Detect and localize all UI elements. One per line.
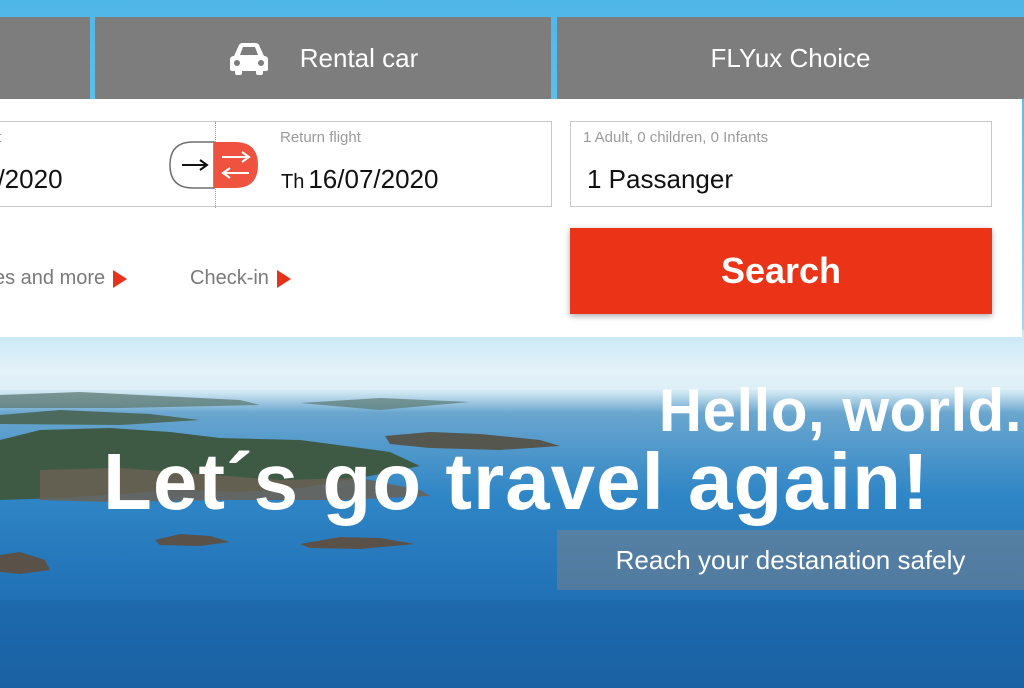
departure-label: ht bbox=[0, 129, 2, 146]
hero-headline: Let´s go travel again! bbox=[103, 437, 930, 526]
booking-panel: ht 7/2020 Return flight Th16/07/2020 1 A… bbox=[0, 99, 1022, 337]
hero-tagline-box: Reach your destanation safely bbox=[557, 530, 1024, 590]
booking-tabs: Rental car FLYux Choice bbox=[0, 17, 1024, 99]
checkin-link-label: Check-in bbox=[190, 267, 269, 289]
tab-flights[interactable] bbox=[0, 17, 90, 99]
return-weekday: Th bbox=[281, 171, 305, 193]
page: Rental car FLYux Choice ht 7/2020 Return… bbox=[0, 0, 1024, 688]
more-link[interactable]: es and more bbox=[0, 267, 128, 290]
return-date-value: 16/07/2020 bbox=[308, 164, 439, 194]
passengers-label: 1 Adult, 0 children, 0 Infants bbox=[583, 129, 769, 146]
search-button[interactable]: Search bbox=[570, 228, 992, 314]
departure-date[interactable]: 7/2020 bbox=[0, 164, 63, 195]
car-icon bbox=[229, 43, 268, 75]
return-date[interactable]: Th 16/07/2020 bbox=[281, 164, 438, 195]
hero-tagline: Reach your destanation safely bbox=[615, 544, 966, 575]
arrow-right-icon bbox=[276, 269, 291, 288]
return-label: Return flight bbox=[280, 129, 361, 146]
more-link-label: es and more bbox=[0, 267, 106, 289]
hero-greeting: Hello, world. bbox=[658, 377, 1022, 444]
passengers-field[interactable]: 1 Adult, 0 children, 0 Infants 1 Passang… bbox=[570, 121, 992, 207]
swap-arrows-icon[interactable] bbox=[169, 141, 259, 189]
checkin-link[interactable]: Check-in bbox=[190, 267, 291, 290]
flight-dates-field[interactable]: ht 7/2020 Return flight Th16/07/2020 bbox=[0, 121, 552, 208]
tab-rental-car-label: Rental car bbox=[299, 42, 419, 73]
tab-flyux-choice[interactable]: FLYux Choice bbox=[557, 17, 1024, 99]
tab-rental-car[interactable]: Rental car bbox=[95, 17, 551, 99]
arrow-right-icon bbox=[113, 269, 128, 288]
tab-flyux-choice-label: FLYux Choice bbox=[710, 42, 871, 73]
passengers-value: 1 Passanger bbox=[587, 164, 733, 194]
